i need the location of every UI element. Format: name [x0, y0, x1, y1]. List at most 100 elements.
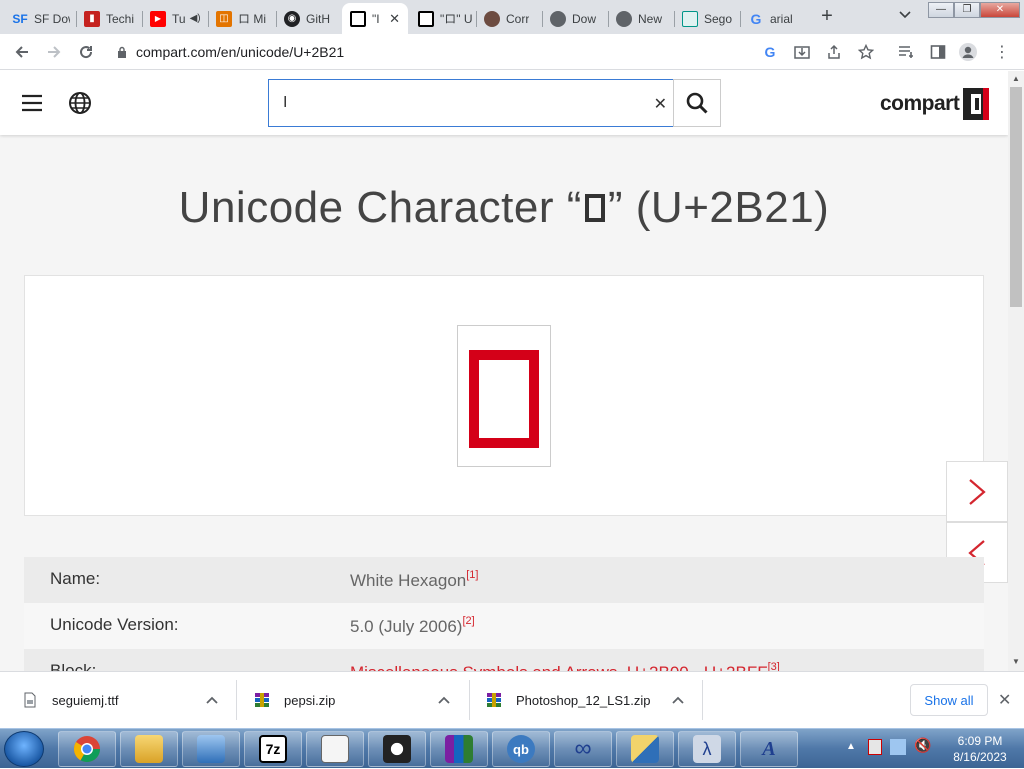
lambda-icon: λ: [693, 735, 721, 763]
tab-3[interactable]: ▶ Tu ◀): [142, 3, 206, 34]
show-hidden-icons-icon[interactable]: ▲: [846, 741, 856, 752]
taskbar-app-infinity[interactable]: ∞: [554, 731, 612, 767]
forward-button[interactable]: [42, 40, 66, 64]
chevron-right-icon: [969, 478, 986, 505]
search-button[interactable]: [673, 79, 721, 127]
taskbar-app-font[interactable]: A: [740, 731, 798, 767]
close-window-button[interactable]: ✕: [980, 2, 1020, 18]
shield-icon: [631, 735, 659, 763]
title-prefix: Unicode Character “: [178, 183, 582, 232]
page-content: ✕ compart Unicode Character “” (U+2B21) …: [0, 71, 1008, 671]
system-tray: ▲ 🔇 6:09 PM 8/16/2023: [840, 729, 1024, 769]
taskbar-app-network[interactable]: [182, 731, 240, 767]
scroll-up-icon[interactable]: ▲: [1012, 74, 1020, 83]
tab-11[interactable]: Sego: [674, 3, 738, 34]
divider: [469, 680, 470, 720]
block-link[interactable]: Miscellaneous Symbols and Arrows, U+2B00…: [350, 663, 768, 671]
chevron-up-icon[interactable]: [672, 693, 684, 707]
clear-search-icon[interactable]: ✕: [654, 94, 667, 114]
tab-5[interactable]: ◉ GitH: [276, 3, 340, 34]
restore-button[interactable]: ❐: [954, 2, 980, 18]
scroll-down-icon[interactable]: ▼: [1012, 657, 1020, 666]
list-icon: [321, 735, 349, 763]
new-tab-button[interactable]: +: [816, 6, 838, 28]
close-downloads-bar-icon[interactable]: ✕: [998, 690, 1011, 710]
taskbar-app-chrome[interactable]: [58, 731, 116, 767]
tab-7[interactable]: "ロ" U: [410, 3, 476, 34]
hamburger-menu-icon[interactable]: [20, 91, 44, 115]
tab-2[interactable]: ▮ Techi: [76, 3, 140, 34]
system-clock[interactable]: 6:09 PM 8/16/2023: [940, 733, 1020, 765]
reference-link[interactable]: [1]: [466, 569, 478, 581]
taskbar-app-cat[interactable]: [368, 731, 426, 767]
chevron-up-icon[interactable]: [438, 693, 450, 707]
tab-title: Corr: [506, 11, 530, 26]
archive-icon: [255, 693, 269, 707]
download-item[interactable]: Photoshop_12_LS1.zip: [486, 672, 698, 728]
tab-title: "ロ" U: [440, 12, 473, 26]
install-app-icon[interactable]: [792, 42, 812, 62]
taskbar-app-qbittorrent[interactable]: qb: [492, 731, 550, 767]
share-icon[interactable]: [824, 42, 844, 62]
tab-title: SF Dow: [34, 11, 70, 26]
start-button[interactable]: [4, 731, 44, 767]
qbittorrent-icon: qb: [507, 735, 535, 763]
network-tray-icon[interactable]: [890, 739, 906, 755]
close-tab-icon[interactable]: ✕: [389, 11, 400, 27]
reference-link[interactable]: [2]: [462, 615, 474, 627]
taskbar-app-list[interactable]: [306, 731, 364, 767]
taskbar-app-winrar[interactable]: [430, 731, 488, 767]
title-glyph-icon: [584, 194, 605, 222]
volume-muted-icon[interactable]: 🔇: [914, 737, 931, 754]
tab-12[interactable]: G arial: [740, 3, 804, 34]
reading-list-icon[interactable]: [896, 42, 916, 62]
back-button[interactable]: [10, 40, 34, 64]
next-character-button[interactable]: [946, 461, 1008, 522]
tab-search-icon[interactable]: [896, 8, 914, 26]
table-row: Name: White Hexagon[1]: [24, 557, 984, 603]
tab-10[interactable]: New: [608, 3, 672, 34]
tab-active[interactable]: "I ✕: [342, 3, 408, 34]
table-row: Unicode Version: 5.0 (July 2006)[2]: [24, 603, 984, 649]
glyph-card: [457, 325, 551, 467]
tab-9[interactable]: Dow: [542, 3, 606, 34]
language-globe-icon[interactable]: [68, 91, 92, 115]
compart-logo-icon: [963, 88, 990, 120]
download-item[interactable]: pepsi.zip: [254, 672, 466, 728]
action-center-icon[interactable]: [868, 739, 882, 755]
scroll-thumb[interactable]: [1010, 87, 1022, 307]
logo-text: compart: [880, 92, 960, 115]
glyph-preview-panel: [24, 275, 984, 516]
taskbar-app-lambda[interactable]: λ: [678, 731, 736, 767]
tab-1[interactable]: SF SF Dow: [4, 3, 70, 34]
reference-link[interactable]: [3]: [768, 661, 780, 671]
compart-logo[interactable]: compart: [880, 88, 990, 120]
taskbar-app-shield[interactable]: [616, 731, 674, 767]
side-panel-icon[interactable]: [928, 42, 948, 62]
taskbar-app-explorer[interactable]: [120, 731, 178, 767]
tab-title: "I: [372, 11, 380, 26]
tab-title: New: [638, 11, 663, 26]
google-translate-icon[interactable]: G: [760, 42, 780, 62]
search-input[interactable]: [283, 90, 643, 116]
chrome-icon: [73, 736, 101, 763]
bookmark-star-icon[interactable]: [856, 42, 876, 62]
row-value: Miscellaneous Symbols and Arrows, U+2B00…: [350, 661, 780, 671]
7zip-icon: 7z: [259, 735, 287, 763]
audio-icon[interactable]: ◀): [190, 13, 201, 24]
profile-avatar-icon[interactable]: [958, 42, 978, 62]
page-scrollbar[interactable]: ▲ ▼: [1008, 71, 1024, 671]
search-box: ✕: [268, 79, 674, 127]
chrome-menu-icon[interactable]: ⋮: [992, 42, 1012, 62]
taskbar-app-7zip[interactable]: 7z: [244, 731, 302, 767]
chevron-up-icon[interactable]: [206, 693, 218, 707]
reload-button[interactable]: [74, 40, 98, 64]
page-title: Unicode Character “ ” (U+2B21): [0, 183, 1008, 233]
tab-4[interactable]: ◫ ロ Mi: [208, 3, 274, 34]
divider: [236, 680, 237, 720]
download-item[interactable]: seguiemj.ttf: [22, 672, 234, 728]
archive-icon: [487, 693, 501, 707]
show-all-downloads-button[interactable]: Show all: [910, 684, 988, 716]
minimize-button[interactable]: —: [928, 2, 954, 18]
tab-8[interactable]: Corr: [476, 3, 540, 34]
